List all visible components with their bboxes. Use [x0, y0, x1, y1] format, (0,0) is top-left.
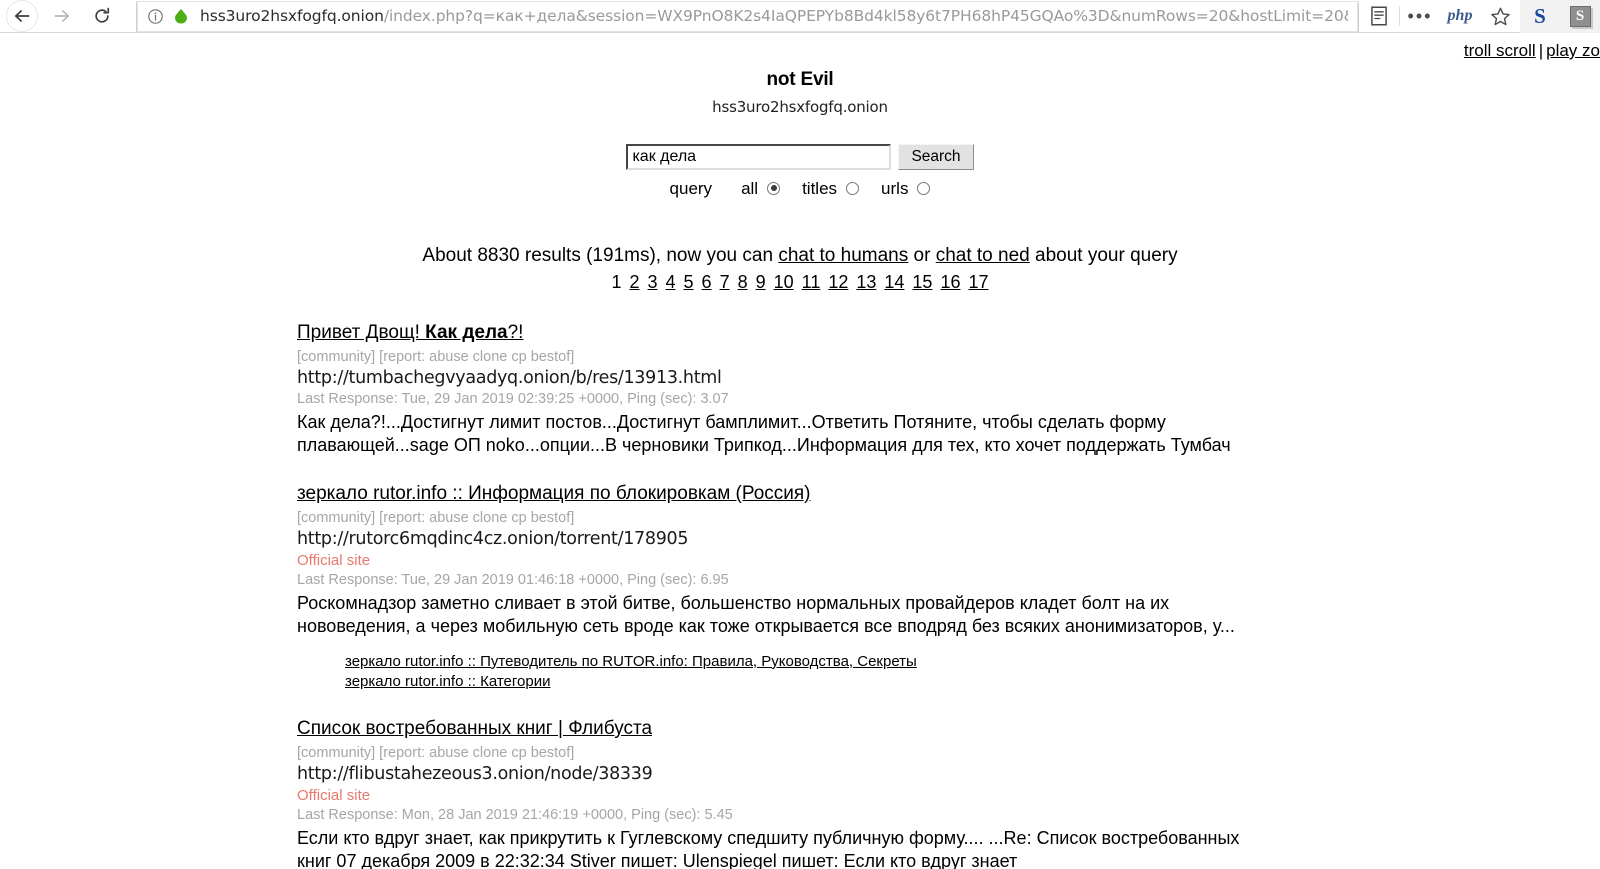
pagination-page-9[interactable]: 9	[752, 272, 770, 292]
back-arrow-icon	[14, 10, 30, 22]
result-tags[interactable]: [community] [report: abuse clone cp best…	[297, 745, 1600, 761]
reload-button[interactable]	[84, 1, 120, 31]
extension-s-blue-button[interactable]: S	[1520, 0, 1560, 33]
search-row: Search	[626, 144, 974, 170]
toolbar-extensions: ••• php S S	[1359, 0, 1600, 33]
forward-button[interactable]	[44, 1, 80, 31]
search-result: Привет Двощ! Как дела?! [community] [repo…	[297, 321, 1600, 457]
pagination-page-2[interactable]: 2	[625, 272, 643, 292]
pagination-page-13[interactable]: 13	[852, 272, 880, 292]
reload-icon	[95, 7, 110, 23]
radio-label-urls: urls	[881, 179, 909, 198]
browser-toolbar: hss3uro2hsxfogfq.onion/index.php?q=как+д…	[0, 0, 1600, 33]
search-scope-options: query all titles urls	[0, 179, 1600, 199]
extension-s-blue-label: S	[1534, 3, 1546, 28]
result-sublink[interactable]: зеркало rutor.info :: Путеводитель по RU…	[345, 652, 1600, 672]
url-host: hss3uro2hsxfogfq.onion	[200, 7, 384, 25]
reader-mode-button[interactable]	[1359, 0, 1399, 33]
result-sublinks: зеркало rutor.info :: Путеводитель по RU…	[297, 652, 1600, 693]
result-sublink[interactable]: зеркало rutor.info :: Категории	[345, 672, 1600, 692]
results-list: Привет Двощ! Как дела?! [community] [repo…	[0, 321, 1600, 869]
results-summary: About 8830 results (191ms), now you can …	[0, 245, 1600, 267]
result-snippet: Роскомнадзор заметно сливает в этой битв…	[297, 592, 1235, 636]
radio-label-all: all	[741, 179, 759, 198]
result-url[interactable]: http://tumbachegvyaadyq.onion/b/res/1391…	[297, 368, 1600, 388]
site-info-icon[interactable]	[147, 8, 164, 25]
results-meta-suffix: about your query	[1029, 245, 1178, 266]
site-favicon-onion-icon	[172, 7, 190, 25]
result-response-info: Last Response: Tue, 29 Jan 2019 02:39:25…	[297, 390, 729, 407]
result-title-text: Список востребованных книг | Флибуста	[297, 718, 653, 740]
pagination-page-11[interactable]: 11	[798, 272, 825, 292]
search-area: Search query all titles urls	[0, 144, 1600, 199]
result-tags[interactable]: [community] [report: abuse clone cp best…	[297, 510, 1600, 526]
search-input[interactable]	[626, 144, 892, 170]
result-title-link[interactable]: Список востребованных книг | Флибуста	[297, 717, 652, 741]
pagination: 1 2 3 4 5 6 7 8 9 10 11 12 13 14 15 16 17	[0, 272, 1600, 293]
forward-arrow-icon	[54, 10, 70, 22]
radio-label-titles: titles	[802, 179, 838, 198]
scope-label: query	[669, 179, 713, 198]
radio-all[interactable]	[767, 181, 781, 195]
result-response-info: Last Response: Tue, 29 Jan 2019 01:46:18…	[297, 571, 729, 588]
result-snippet: Если кто вдруг знает, как прикрутить к Г…	[297, 827, 1240, 869]
result-title-link[interactable]: зеркало rutor.info :: Информация по блок…	[297, 482, 811, 506]
pagination-page-8[interactable]: 8	[734, 272, 752, 292]
site-domain: hss3uro2hsxfogfq.onion	[712, 98, 888, 116]
official-site-badge: Official site	[297, 551, 371, 569]
php-extension-label: php	[1447, 7, 1473, 24]
extension-s-grey-button[interactable]: S	[1560, 0, 1600, 33]
star-icon	[1490, 7, 1510, 25]
chat-to-ned-link[interactable]: chat to ned	[936, 245, 1030, 266]
result-title-link[interactable]: Привет Двощ! Как дела?!	[297, 321, 523, 345]
top-right-links: troll scroll | play zo	[1464, 41, 1600, 61]
results-meta-middle: or	[908, 245, 936, 266]
pagination-page-10[interactable]: 10	[770, 272, 798, 292]
result-title-text: зеркало rutor.info :: Информация по блок…	[297, 482, 811, 504]
pagination-page-12[interactable]: 12	[824, 272, 852, 292]
troll-scroll-link[interactable]: troll scroll	[1464, 41, 1536, 60]
pagination-page-5[interactable]: 5	[680, 272, 698, 292]
page-menu-button[interactable]: •••	[1400, 0, 1440, 33]
result-snippet: Как дела?!...Достигнут лимит постов...До…	[297, 411, 1231, 455]
search-result: зеркало rutor.info :: Информация по блок…	[297, 482, 1600, 692]
pagination-current: 1	[611, 272, 622, 292]
back-button[interactable]	[6, 0, 38, 32]
bookmark-button[interactable]	[1480, 0, 1520, 33]
extension-s-grey-label: S	[1569, 5, 1591, 27]
play-zone-link[interactable]: play zo	[1546, 41, 1600, 60]
pagination-page-7[interactable]: 7	[716, 272, 734, 292]
more-options-icon: •••	[1407, 5, 1433, 26]
url-path: /index.php?q=как+дела&session=WX9PnO8K2s…	[383, 7, 1348, 25]
pagination-page-15[interactable]: 15	[908, 272, 936, 292]
page-content: troll scroll | play zo not Evil hss3uro2hs…	[0, 33, 1600, 869]
pagination-page-14[interactable]: 14	[880, 272, 908, 292]
search-button[interactable]: Search	[898, 144, 974, 170]
result-url[interactable]: http://flibustahezeous3.onion/node/38339	[297, 764, 1600, 784]
php-extension-button[interactable]: php	[1440, 0, 1480, 33]
chat-to-humans-link[interactable]: chat to humans	[778, 245, 908, 266]
pagination-page-16[interactable]: 16	[936, 272, 964, 292]
links-separator: |	[1538, 41, 1544, 60]
pagination-page-6[interactable]: 6	[698, 272, 716, 292]
result-tags[interactable]: [community] [report: abuse clone cp best…	[297, 349, 1600, 365]
page-title: not Evil	[766, 69, 834, 90]
result-title-text-suffix: ?!	[507, 322, 524, 343]
result-response-info: Last Response: Mon, 28 Jan 2019 21:46:19…	[297, 806, 733, 823]
site-header: not Evil hss3uro2hsxfogfq.onion	[0, 69, 1600, 116]
pagination-page-17[interactable]: 17	[964, 272, 992, 292]
radio-titles[interactable]	[846, 181, 860, 195]
radio-urls[interactable]	[917, 181, 931, 195]
result-url[interactable]: http://rutorc6mqdinc4cz.onion/torrent/17…	[297, 529, 1600, 549]
pagination-page-4[interactable]: 4	[662, 272, 680, 292]
result-title-text: Привет Двощ!	[297, 322, 426, 343]
result-title-highlight: Как дела	[425, 322, 508, 343]
url-text: hss3uro2hsxfogfq.onion/index.php?q=как+д…	[200, 7, 1348, 25]
search-result: Список востребованных книг | Флибуста [co…	[297, 717, 1600, 869]
address-bar[interactable]: hss3uro2hsxfogfq.onion/index.php?q=как+д…	[136, 0, 1359, 32]
pagination-page-3[interactable]: 3	[644, 272, 662, 292]
results-count-text: About 8830 results (191ms), now you can	[422, 245, 779, 266]
official-site-badge: Official site	[297, 786, 371, 804]
